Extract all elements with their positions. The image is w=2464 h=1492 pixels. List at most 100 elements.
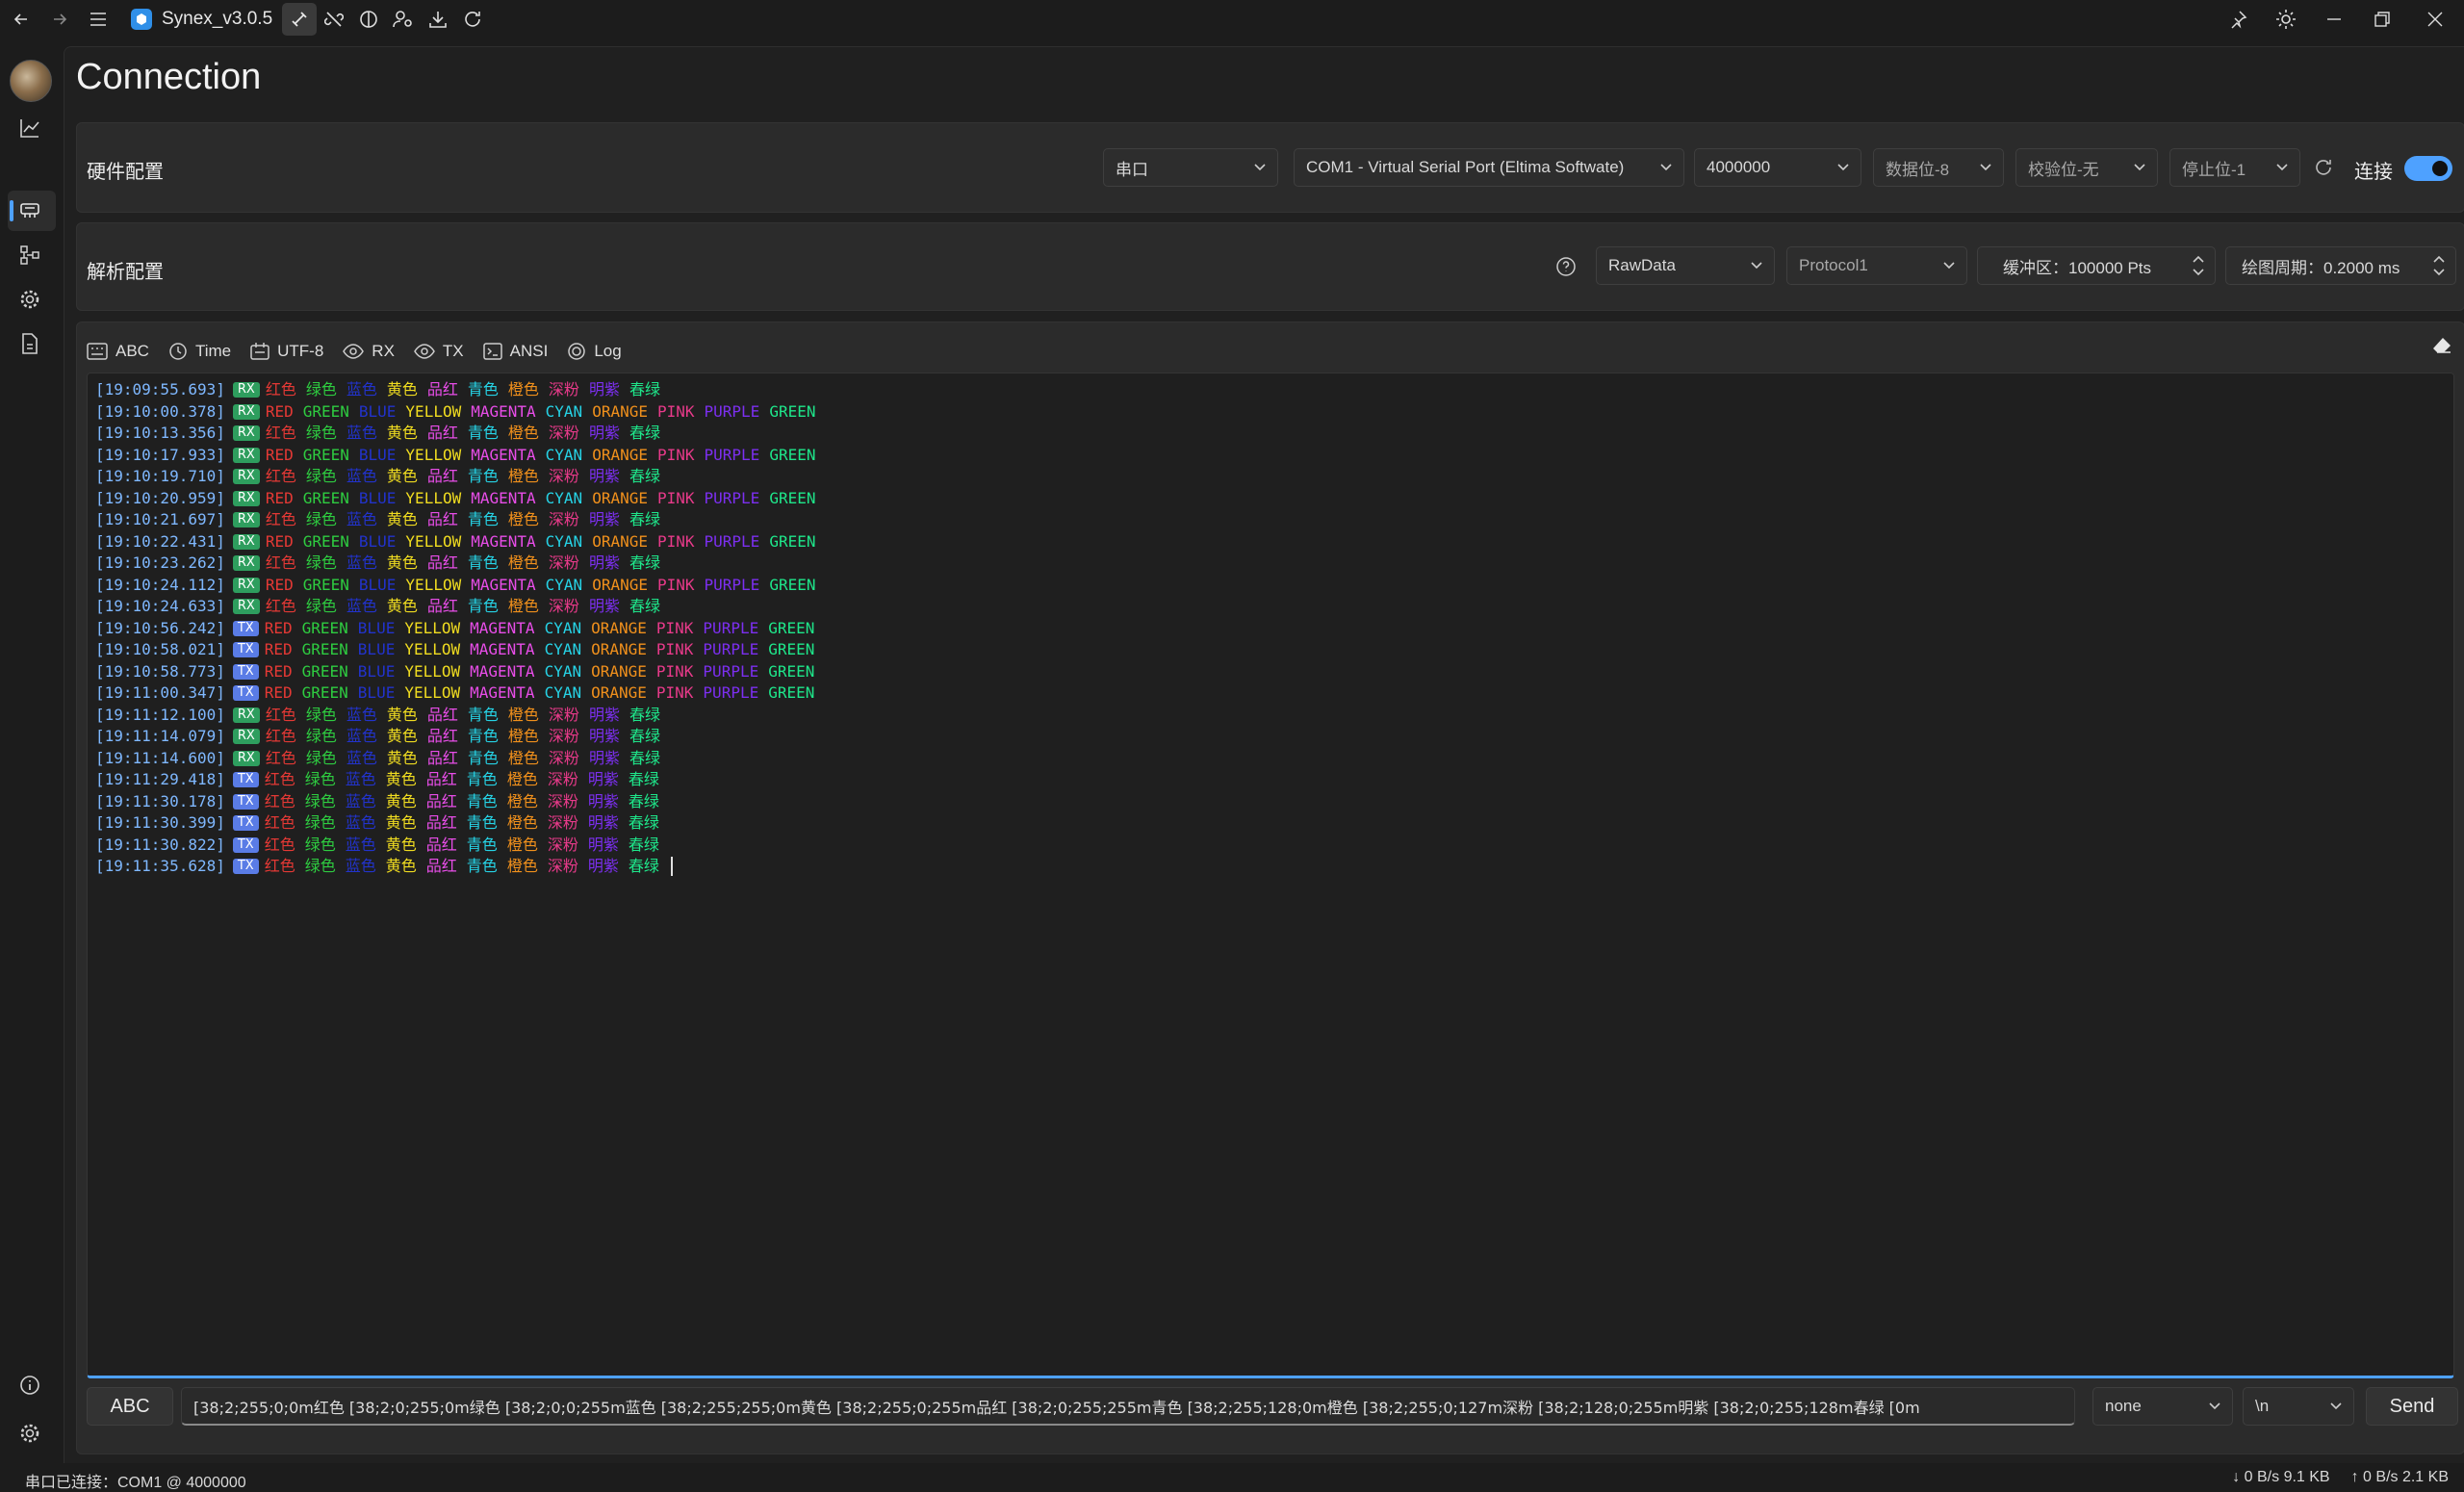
spin-updown-icon[interactable]: [2432, 253, 2446, 278]
protocol-select[interactable]: Protocol1: [1786, 246, 1967, 285]
colored-text: 明紫: [588, 380, 620, 399]
rx-toggle[interactable]: RX: [343, 342, 395, 361]
colored-text: GREEN: [301, 640, 348, 658]
colored-text: PURPLE: [703, 640, 759, 658]
colored-text: 品红: [426, 553, 458, 572]
stopbits-select[interactable]: 停止位-1: [2169, 148, 2300, 187]
colored-text: 红色: [264, 791, 295, 810]
colored-text: 青色: [466, 791, 498, 810]
spin-updown-icon[interactable]: [2192, 253, 2205, 278]
plot-period-value: 绘图周期：0.2000 ms: [2242, 258, 2400, 277]
document-icon[interactable]: [15, 329, 44, 358]
help-icon[interactable]: [1555, 256, 1577, 277]
chart-icon[interactable]: [15, 114, 44, 142]
connect-toggle[interactable]: [2404, 156, 2452, 181]
line-ending-select[interactable]: \n: [2243, 1387, 2354, 1426]
colored-text: ORANGE: [591, 640, 647, 658]
colored-text: YELLOW: [405, 488, 462, 507]
gear-icon[interactable]: [15, 285, 44, 314]
log-toggle[interactable]: Log: [567, 342, 622, 361]
port-select[interactable]: COM1 - Virtual Serial Port (Eltima Softw…: [1294, 148, 1684, 187]
direction-badge: TX: [232, 772, 259, 788]
colored-text: 春绿: [628, 770, 659, 788]
checksum-select[interactable]: none: [2092, 1387, 2233, 1426]
colored-text: 橙色: [507, 510, 539, 528]
forward-arrow-icon[interactable]: [44, 4, 75, 35]
buffer-spinbox[interactable]: 缓冲区：100000 Pts: [1977, 246, 2216, 285]
baud-select[interactable]: 4000000: [1694, 148, 1861, 187]
colored-text: PURPLE: [704, 531, 760, 551]
chevron-down-icon: [1658, 159, 1674, 174]
tx-toggle[interactable]: TX: [414, 342, 464, 361]
theme-half-icon[interactable]: [351, 3, 386, 36]
pin-icon[interactable]: [2214, 0, 2262, 39]
timestamp: [19:10:17.933]: [95, 445, 225, 464]
colored-text: PINK: [656, 445, 695, 464]
colored-text: YELLOW: [405, 531, 462, 551]
colored-text: BLUE: [358, 531, 397, 551]
refresh-icon[interactable]: [455, 3, 490, 36]
encoding-icon: [250, 342, 270, 361]
avatar[interactable]: [10, 60, 52, 102]
colored-text: 绿色: [304, 770, 336, 788]
back-arrow-icon[interactable]: [6, 4, 37, 35]
colored-text: 橙色: [507, 597, 539, 615]
encoding-toggle[interactable]: UTF-8: [250, 342, 323, 361]
download-icon[interactable]: [421, 3, 455, 36]
interface-select[interactable]: 串口: [1103, 148, 1278, 187]
send-input[interactable]: [181, 1387, 2075, 1426]
colored-text: 绿色: [304, 791, 336, 810]
terminal-line: [19:11:00.347] TX RED GREEN BLUE YELLOW MAGENT…: [95, 682, 2453, 705]
plugin-icon[interactable]: [282, 3, 318, 36]
brightness-icon[interactable]: [2262, 0, 2310, 39]
colored-text: MAGENTA: [470, 661, 535, 681]
terminal-output[interactable]: [19:09:55.693] RX 红色 绿色 蓝色 黄色 品红 青色 橙色 深粉 明紫 春绿 [19:…: [87, 373, 2454, 1378]
minimize-icon[interactable]: [2310, 0, 2358, 39]
parse-mode-value: RawData: [1608, 256, 1676, 274]
eraser-icon[interactable]: [2431, 336, 2452, 355]
direction-badge: RX: [232, 382, 260, 399]
colored-text: MAGENTA: [470, 640, 535, 658]
network-icon[interactable]: [15, 241, 44, 270]
info-icon[interactable]: [15, 1371, 44, 1400]
settings-icon[interactable]: [15, 1419, 44, 1448]
refresh-port-icon[interactable]: [2314, 158, 2333, 177]
colored-text: 黄色: [386, 597, 418, 615]
colored-text: GREEN: [301, 683, 348, 702]
colored-text: BLUE: [358, 575, 397, 594]
restore-icon[interactable]: [2358, 0, 2406, 39]
colored-text: 黄色: [385, 770, 417, 788]
time-toggle[interactable]: Time: [168, 342, 231, 361]
user-settings-icon[interactable]: [386, 3, 421, 36]
parse-mode-select[interactable]: RawData: [1596, 246, 1775, 285]
connection-icon[interactable]: [15, 196, 44, 225]
colored-text: 蓝色: [345, 813, 376, 832]
connection-status: 串口已连接：COM1 @ 4000000: [25, 1475, 246, 1491]
colored-text: 蓝色: [346, 705, 377, 724]
databits-select[interactable]: 数据位-8: [1873, 148, 2004, 187]
colored-text: CYAN: [544, 618, 582, 637]
unlink-icon[interactable]: [317, 3, 351, 36]
colored-text: 青色: [466, 770, 498, 788]
ansi-label: ANSI: [509, 342, 549, 360]
colored-text: 蓝色: [346, 748, 377, 767]
abc-toggle[interactable]: ABC: [87, 342, 149, 361]
ansi-toggle[interactable]: ANSI: [482, 342, 549, 361]
timestamp: [19:10:00.378]: [95, 401, 225, 421]
send-button[interactable]: Send: [2366, 1387, 2458, 1426]
databits-value: 数据位-8: [1886, 160, 1950, 179]
chevron-down-icon: [2328, 1398, 2344, 1413]
colored-text: 品红: [425, 813, 457, 832]
plot-period-spinbox[interactable]: 绘图周期：0.2000 ms: [2225, 246, 2456, 285]
colored-text: 青色: [467, 597, 499, 615]
send-mode-button[interactable]: ABC: [87, 1387, 173, 1426]
colored-text: GREEN: [768, 618, 815, 637]
colored-text: GREEN: [302, 445, 349, 464]
parity-select[interactable]: 校验位-无: [2015, 148, 2158, 187]
colored-text: 绿色: [305, 553, 337, 572]
colored-text: GREEN: [302, 531, 349, 551]
menu-icon[interactable]: [83, 4, 114, 35]
close-icon[interactable]: [2406, 0, 2464, 39]
direction-badge: RX: [232, 599, 260, 615]
colored-text: 橙色: [506, 813, 538, 832]
